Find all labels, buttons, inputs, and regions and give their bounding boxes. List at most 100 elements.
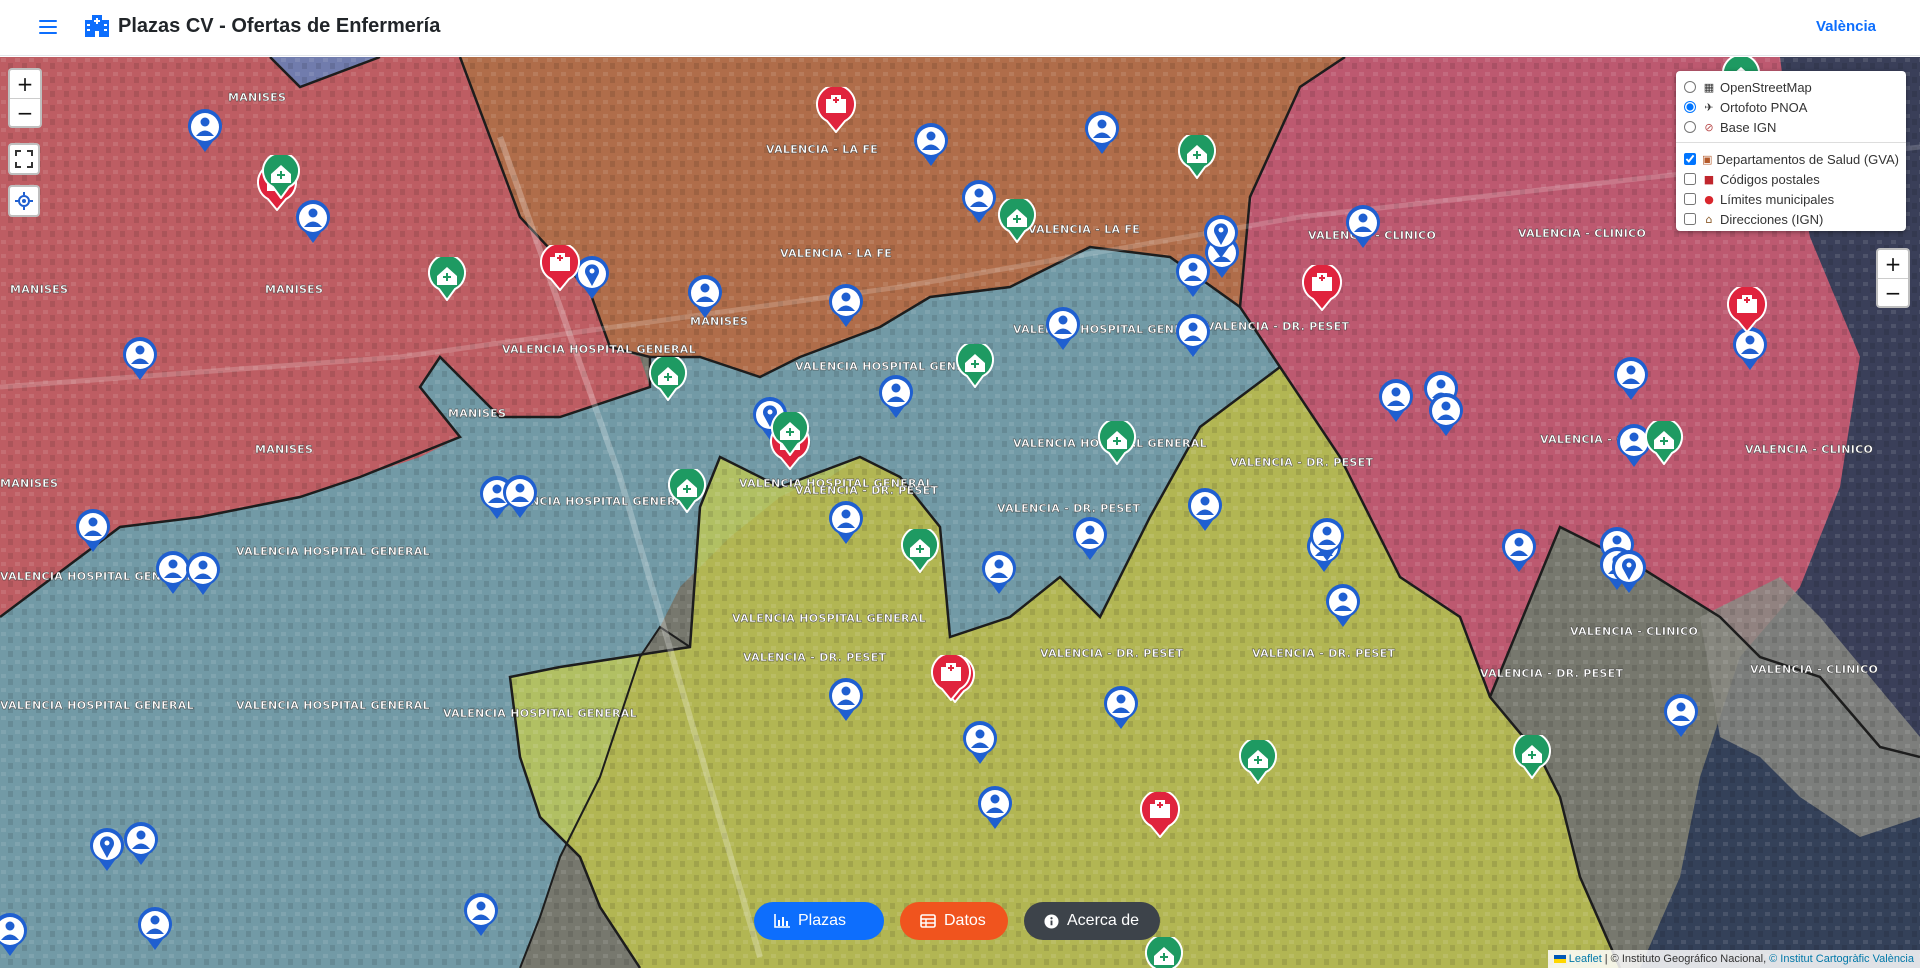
nurse-offer-marker[interactable] xyxy=(913,123,949,172)
nurse-offer-marker[interactable] xyxy=(977,786,1013,835)
overlay-option-limites[interactable]: ● Límites municipales xyxy=(1684,189,1898,209)
nurse-offer-marker[interactable] xyxy=(1325,584,1361,633)
health-center-marker[interactable] xyxy=(1239,736,1277,789)
overlay-checkbox-direcciones[interactable] xyxy=(1684,213,1696,225)
nurse-offer-marker[interactable] xyxy=(961,180,997,229)
location-pin-marker[interactable] xyxy=(1203,215,1239,264)
overlay-checkbox-departamentos[interactable] xyxy=(1684,153,1696,165)
icv-link[interactable]: © Institut Cartogràfic València xyxy=(1769,953,1914,965)
nurse-offer-marker[interactable] xyxy=(75,509,111,558)
nurse-offer-marker[interactable] xyxy=(1175,314,1211,363)
health-center-marker[interactable] xyxy=(901,525,939,578)
zoom-out-button[interactable]: − xyxy=(10,98,40,126)
nurse-offer-marker[interactable] xyxy=(981,551,1017,600)
leaflet-link[interactable]: Leaflet xyxy=(1569,953,1602,965)
location-pin-marker[interactable] xyxy=(1611,550,1647,599)
layer-radio-ign[interactable] xyxy=(1684,121,1696,133)
map-label: VALENCIA HOSPITAL GENERAL xyxy=(236,699,430,712)
nurse-offer-marker[interactable] xyxy=(502,475,538,524)
plazas-button[interactable]: Plazas xyxy=(754,902,884,940)
layer-option-osm[interactable]: ▦ OpenStreetMap xyxy=(1684,77,1898,97)
nurse-offer-marker[interactable] xyxy=(1613,357,1649,406)
table-icon xyxy=(920,914,936,928)
menu-icon[interactable] xyxy=(36,16,60,40)
top-navbar: Plazas CV - Ofertas de Enfermería Valènc… xyxy=(0,0,1920,56)
pin-icon: ● xyxy=(1704,192,1714,206)
nurse-offer-marker[interactable] xyxy=(185,552,221,601)
map-label: MANISES xyxy=(255,443,313,456)
health-center-marker[interactable] xyxy=(1645,417,1683,470)
health-center-marker[interactable] xyxy=(771,408,809,461)
nurse-offer-marker[interactable] xyxy=(1378,379,1414,428)
nurse-offer-marker[interactable] xyxy=(0,913,28,962)
zoom-control: + − xyxy=(8,68,42,128)
nurse-offer-marker[interactable] xyxy=(1345,205,1381,254)
overlay-option-departamentos[interactable]: ▣ Departamentos de Salud (GVA) xyxy=(1684,149,1899,169)
nurse-offer-marker[interactable] xyxy=(122,337,158,386)
health-center-marker[interactable] xyxy=(668,465,706,518)
acerca-button[interactable]: Acerca de xyxy=(1024,902,1160,940)
brand[interactable]: Plazas CV - Ofertas de Enfermería xyxy=(84,14,440,38)
health-center-marker[interactable] xyxy=(1098,417,1136,470)
nurse-offer-marker[interactable] xyxy=(828,284,864,333)
hospital-marker[interactable] xyxy=(1140,789,1180,843)
nurse-offer-icon xyxy=(829,678,863,721)
zoom-in-button[interactable]: + xyxy=(1878,250,1908,278)
layer-radio-pnoa[interactable] xyxy=(1684,101,1696,113)
nurse-offer-icon xyxy=(829,501,863,544)
nurse-offer-marker[interactable] xyxy=(123,822,159,871)
hospital-marker[interactable] xyxy=(816,84,856,138)
health-center-marker[interactable] xyxy=(1178,131,1216,184)
health-center-marker[interactable] xyxy=(998,195,1036,248)
health-center-marker[interactable] xyxy=(1513,731,1551,784)
nurse-offer-marker[interactable] xyxy=(962,721,998,770)
overlay-checkbox-limites[interactable] xyxy=(1684,193,1696,205)
nurse-offer-marker[interactable] xyxy=(878,375,914,424)
zoom-in-button[interactable]: + xyxy=(10,70,40,98)
overlay-option-cp[interactable]: ■ Códigos postales xyxy=(1684,169,1898,189)
nurse-offer-marker[interactable] xyxy=(1045,307,1081,356)
map-label: VALENCIA HOSPITAL GENERAL xyxy=(732,612,926,625)
hospital-marker[interactable] xyxy=(931,652,971,706)
nurse-offer-marker[interactable] xyxy=(1309,518,1345,567)
nurse-offer-marker[interactable] xyxy=(1084,111,1120,160)
nurse-offer-marker[interactable] xyxy=(1663,694,1699,743)
nurse-offer-marker[interactable] xyxy=(463,893,499,942)
nurse-offer-marker[interactable] xyxy=(1072,517,1108,566)
map-label: VALENCIA - LA FE xyxy=(1028,223,1140,236)
location-pin-marker[interactable] xyxy=(89,828,125,877)
nurse-offer-marker[interactable] xyxy=(137,907,173,956)
zoom-out-button[interactable]: − xyxy=(1878,278,1908,306)
hospital-marker[interactable] xyxy=(1727,284,1767,338)
health-center-marker[interactable] xyxy=(956,340,994,393)
overlay-option-direcciones[interactable]: ⌂ Direcciones (IGN) xyxy=(1684,209,1898,229)
map-icon: ▦ xyxy=(1703,80,1715,94)
layer-option-ign[interactable]: ⊘ Base IGN xyxy=(1684,117,1898,137)
health-center-marker[interactable] xyxy=(262,151,300,204)
hospital-marker[interactable] xyxy=(540,242,580,296)
nurse-offer-marker[interactable] xyxy=(1501,529,1537,578)
locate-button[interactable] xyxy=(8,185,40,217)
hospital-marker[interactable] xyxy=(1302,262,1342,316)
nurse-offer-marker[interactable] xyxy=(187,109,223,158)
map-container[interactable]: MANISES MANISES MANISES MANISES MANISES … xyxy=(0,57,1920,968)
nurse-offer-marker[interactable] xyxy=(687,275,723,324)
nurse-offer-marker[interactable] xyxy=(1428,393,1464,442)
nurse-offer-marker[interactable] xyxy=(1103,686,1139,735)
overlay-checkbox-cp[interactable] xyxy=(1684,173,1696,185)
health-center-marker[interactable] xyxy=(649,353,687,406)
region-link[interactable]: València xyxy=(1816,18,1876,35)
nurse-offer-marker[interactable] xyxy=(828,678,864,727)
datos-button[interactable]: Datos xyxy=(900,902,1008,940)
map-label: VALENCIA - CLINICO xyxy=(1745,443,1873,456)
layer-option-pnoa[interactable]: ✈ Ortofoto PNOA xyxy=(1684,97,1898,117)
layer-radio-osm[interactable] xyxy=(1684,81,1696,93)
nurse-offer-icon xyxy=(962,180,996,223)
nurse-offer-marker[interactable] xyxy=(295,200,331,249)
nurse-offer-marker[interactable] xyxy=(828,501,864,550)
fullscreen-icon xyxy=(15,150,33,168)
health-center-marker[interactable] xyxy=(428,253,466,306)
health-center-marker[interactable] xyxy=(1145,933,1183,968)
fullscreen-button[interactable] xyxy=(8,143,40,175)
nurse-offer-marker[interactable] xyxy=(1187,488,1223,537)
